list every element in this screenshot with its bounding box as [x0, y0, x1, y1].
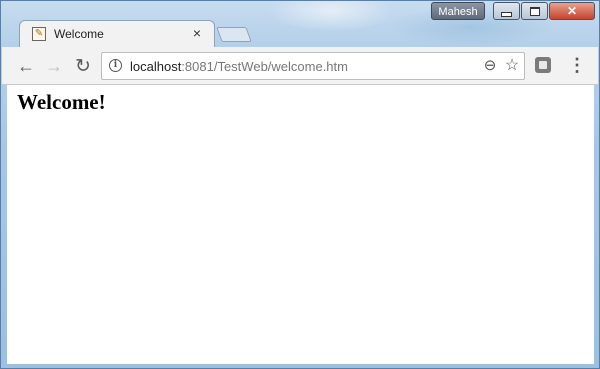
tab-welcome[interactable]: ✎ Welcome × [19, 20, 215, 47]
info-icon[interactable]: i [109, 59, 122, 72]
extension-icon[interactable] [535, 57, 551, 73]
forward-button[interactable]: → [43, 55, 65, 77]
reload-button[interactable]: ↻ [72, 55, 94, 77]
zoom-out-icon[interactable]: ⊖ [482, 58, 498, 74]
user-badge[interactable]: Mahesh [431, 2, 485, 20]
star-icon[interactable]: ☆ [504, 57, 520, 75]
maximize-button[interactable] [521, 2, 548, 20]
maximize-icon [529, 6, 540, 16]
tomcat-favicon-icon: ✎ [32, 27, 46, 41]
window-close-button[interactable]: ✕ [549, 2, 595, 20]
browser-toolbar: ← → ↻ i localhost:8081/TestWeb/welcome.h… [2, 47, 598, 85]
tab-close-icon[interactable]: × [190, 25, 204, 41]
tab-title: Welcome [54, 27, 104, 41]
minimize-icon [501, 11, 512, 17]
url-path: :8081/TestWeb/welcome.htm [181, 59, 348, 74]
page-content: Welcome! [7, 85, 594, 364]
browser-window: Mahesh ✕ ✎ Welcome × ← → ↻ i localhost:8… [0, 0, 600, 369]
back-button[interactable]: ← [15, 55, 37, 77]
new-tab-button[interactable] [216, 27, 252, 42]
close-icon: ✕ [566, 4, 578, 18]
minimize-button[interactable] [493, 2, 520, 20]
url-text[interactable]: localhost:8081/TestWeb/welcome.htm [130, 59, 348, 74]
page-heading: Welcome! [17, 90, 106, 114]
menu-icon[interactable]: ⋮ [568, 55, 586, 77]
url-host: localhost [130, 59, 182, 74]
address-bar[interactable]: i localhost:8081/TestWeb/welcome.htm ⊖ ☆ [101, 52, 525, 80]
